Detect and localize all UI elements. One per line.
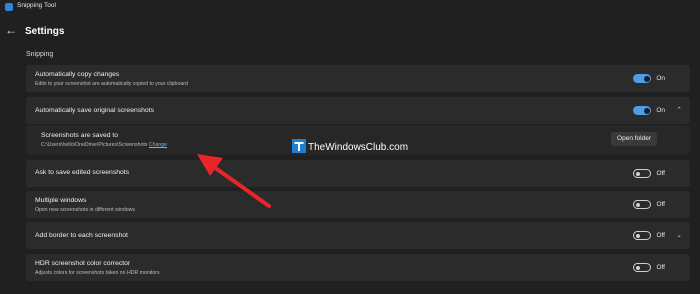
- setting-hdr-corrector: HDR screenshot color corrector Adjusts c…: [26, 254, 690, 281]
- back-arrow-icon[interactable]: ←: [5, 24, 17, 36]
- save-originals-toggle[interactable]: [633, 106, 651, 115]
- setting-multiple-windows: Multiple windows Open new screenshots in…: [26, 191, 690, 218]
- page-title: Settings: [25, 26, 65, 37]
- multiple-windows-toggle[interactable]: [633, 200, 651, 209]
- windowsclub-logo-icon: [292, 139, 306, 153]
- toggle-state: Off: [656, 264, 665, 271]
- section-label: Snipping: [26, 51, 54, 58]
- chevron-up-icon[interactable]: ⌃: [676, 106, 682, 114]
- setting-description: Edits to your screenshot are automatical…: [35, 81, 188, 87]
- save-path: C:\Users\hello\OneDrive\Pictures\Screens…: [41, 142, 148, 148]
- setting-title: Screenshots are saved to: [41, 132, 119, 139]
- setting-title: Ask to save edited screenshots: [35, 169, 130, 176]
- toggle-knob: [636, 266, 640, 270]
- copy-changes-toggle[interactable]: [633, 74, 651, 83]
- setting-title: Multiple windows: [35, 197, 87, 204]
- toggle-state: On: [656, 107, 665, 114]
- toggle-knob: [643, 75, 650, 82]
- setting-description: Adjusts colors for screenshots taken on …: [35, 270, 160, 276]
- setting-title: Add border to each screenshot: [35, 232, 128, 239]
- toggle-knob: [636, 172, 640, 176]
- toggle-knob: [636, 234, 640, 238]
- snipping-tool-icon: [5, 3, 13, 11]
- toggle-state: Off: [656, 232, 665, 239]
- change-link[interactable]: Change: [149, 142, 167, 148]
- setting-title: Automatically save original screenshots: [35, 107, 155, 114]
- toggle-state: On: [656, 75, 665, 82]
- toggle-state: Off: [656, 170, 665, 177]
- setting-ask-save: Ask to save edited screenshots Off: [26, 160, 690, 187]
- setting-copy-changes: Automatically copy changes Edits to your…: [26, 65, 690, 92]
- chevron-down-icon[interactable]: ⌄: [676, 231, 682, 239]
- toggle-knob: [643, 107, 650, 114]
- app-title: Snipping Tool: [17, 2, 56, 9]
- setting-title: Automatically copy changes: [35, 71, 120, 78]
- setting-add-border[interactable]: Add border to each screenshot Off ⌄: [26, 222, 690, 249]
- setting-title: HDR screenshot color corrector: [35, 260, 131, 267]
- toggle-state: Off: [656, 201, 665, 208]
- save-path-line: C:\Users\hello\OneDrive\Pictures\Screens…: [41, 142, 167, 148]
- setting-save-originals[interactable]: Automatically save original screenshots …: [26, 97, 690, 124]
- ask-save-toggle[interactable]: [633, 169, 651, 178]
- open-folder-button[interactable]: Open folder: [611, 132, 657, 146]
- toggle-knob: [636, 203, 640, 207]
- hdr-corrector-toggle[interactable]: [633, 263, 651, 272]
- add-border-toggle[interactable]: [633, 231, 651, 240]
- watermark-text: TheWindowsClub.com: [308, 142, 409, 153]
- title-bar: Snipping Tool: [0, 0, 700, 14]
- setting-description: Open new screenshots in different window…: [35, 207, 135, 213]
